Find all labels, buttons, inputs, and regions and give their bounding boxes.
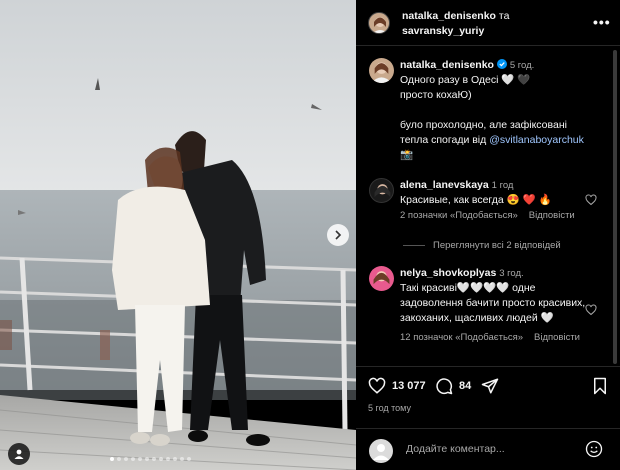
view-replies-button[interactable]: Переглянути всі 2 відповідей bbox=[403, 240, 561, 251]
carousel-dot bbox=[166, 457, 170, 461]
caption-time: 5 год. bbox=[509, 60, 535, 71]
heart-icon[interactable] bbox=[585, 304, 597, 316]
caption-mention[interactable]: @svitlanaboyarchuk bbox=[489, 134, 584, 146]
photo-scene bbox=[0, 0, 356, 470]
comments-scrollbar[interactable] bbox=[613, 50, 617, 364]
comment-input[interactable]: Додайте коментар... bbox=[406, 443, 505, 455]
caption-username[interactable]: natalka_denisenko bbox=[400, 59, 494, 71]
caption-line-4: тепла спогади від bbox=[400, 134, 490, 146]
save-action[interactable] bbox=[592, 377, 608, 395]
post-authors: natalka_denisenko та savransky_yuriy bbox=[402, 9, 509, 39]
comments-count[interactable]: 84 bbox=[459, 380, 471, 392]
emoji-icon[interactable] bbox=[585, 440, 603, 458]
likes-count[interactable]: 13 077 bbox=[392, 380, 426, 392]
share-icon[interactable] bbox=[481, 377, 499, 395]
carousel-dot bbox=[131, 457, 135, 461]
carousel-indicator bbox=[110, 457, 191, 461]
reply-button[interactable]: Відповісти bbox=[529, 210, 575, 221]
more-icon[interactable]: ••• bbox=[593, 14, 611, 30]
carousel-dot bbox=[152, 457, 156, 461]
current-user-avatar bbox=[369, 439, 393, 463]
carousel-dot bbox=[110, 457, 114, 461]
caption-line-2: просто кохаЮ) bbox=[400, 89, 472, 101]
view-replies-label: Переглянути всі 2 відповідей bbox=[433, 240, 561, 251]
carousel-dot bbox=[180, 457, 184, 461]
bookmark-icon[interactable] bbox=[592, 377, 608, 395]
comment-item: nelya_shovkoplyas 3 год. Такі красиві🤍🤍🤍… bbox=[400, 266, 590, 345]
carousel-dot bbox=[159, 457, 163, 461]
comment-username[interactable]: alena_lanevskaya bbox=[400, 179, 489, 191]
comment-text: Такі красиві🤍🤍🤍🤍 одне задоволення бачити… bbox=[400, 282, 586, 324]
comment-time: 3 год. bbox=[499, 268, 524, 279]
share-action[interactable] bbox=[481, 377, 499, 395]
post-photo[interactable] bbox=[0, 0, 356, 470]
carousel-dot bbox=[117, 457, 121, 461]
verified-icon bbox=[496, 59, 507, 69]
post-sidebar: natalka_denisenko та savransky_yuriy •••… bbox=[356, 0, 620, 470]
comment-item: alena_lanevskaya 1 год Красивые, как все… bbox=[400, 178, 590, 223]
post-header: natalka_denisenko та savransky_yuriy ••• bbox=[356, 0, 620, 46]
comment-avatar[interactable] bbox=[369, 178, 394, 203]
carousel-dot bbox=[124, 457, 128, 461]
comment-time: 1 год bbox=[491, 180, 514, 191]
heart-icon[interactable] bbox=[368, 377, 386, 395]
author-username[interactable]: natalka_denisenko bbox=[402, 10, 496, 22]
carousel-dot bbox=[187, 457, 191, 461]
user-tag-button[interactable] bbox=[8, 443, 30, 465]
divider bbox=[403, 245, 425, 246]
caption-avatar[interactable] bbox=[369, 58, 394, 83]
carousel-dot bbox=[145, 457, 149, 461]
coauthor-username[interactable]: savransky_yuriy bbox=[402, 25, 484, 37]
user-tag-icon bbox=[14, 449, 24, 459]
post-timestamp: 5 год тому bbox=[368, 403, 411, 413]
comment-likes[interactable]: 12 позначок «Подобається» bbox=[400, 332, 523, 343]
add-comment-bar: Додайте коментар... bbox=[356, 428, 620, 470]
next-slide-button[interactable] bbox=[327, 224, 349, 246]
comment-icon[interactable] bbox=[435, 377, 453, 395]
reply-button[interactable]: Відповісти bbox=[534, 332, 580, 343]
post-caption: natalka_denisenko 5 год. Одного разу в О… bbox=[400, 58, 610, 163]
heart-icon[interactable] bbox=[585, 194, 597, 206]
carousel-dot bbox=[138, 457, 142, 461]
author-avatar[interactable] bbox=[368, 12, 390, 34]
caption-line-5: 📸 bbox=[400, 149, 414, 161]
comment-username[interactable]: nelya_shovkoplyas bbox=[400, 267, 496, 279]
comment-avatar[interactable] bbox=[369, 266, 394, 291]
carousel-dot bbox=[173, 457, 177, 461]
like-action[interactable]: 13 077 bbox=[368, 377, 426, 395]
comment-action[interactable]: 84 bbox=[435, 377, 471, 395]
authors-joiner: та bbox=[498, 10, 510, 22]
caption-line-1: Одного разу в Одесі 🤍 🖤 bbox=[400, 74, 531, 86]
caption-line-3: було прохолодно, але зафіксовані bbox=[400, 119, 567, 131]
chevron-right-icon bbox=[335, 230, 342, 240]
comment-likes[interactable]: 2 позначки «Подобається» bbox=[400, 210, 518, 221]
action-bar: 13 077 84 bbox=[356, 366, 620, 424]
comment-text: Красивые, как всегда 😍 ❤️ 🔥 bbox=[400, 194, 552, 206]
